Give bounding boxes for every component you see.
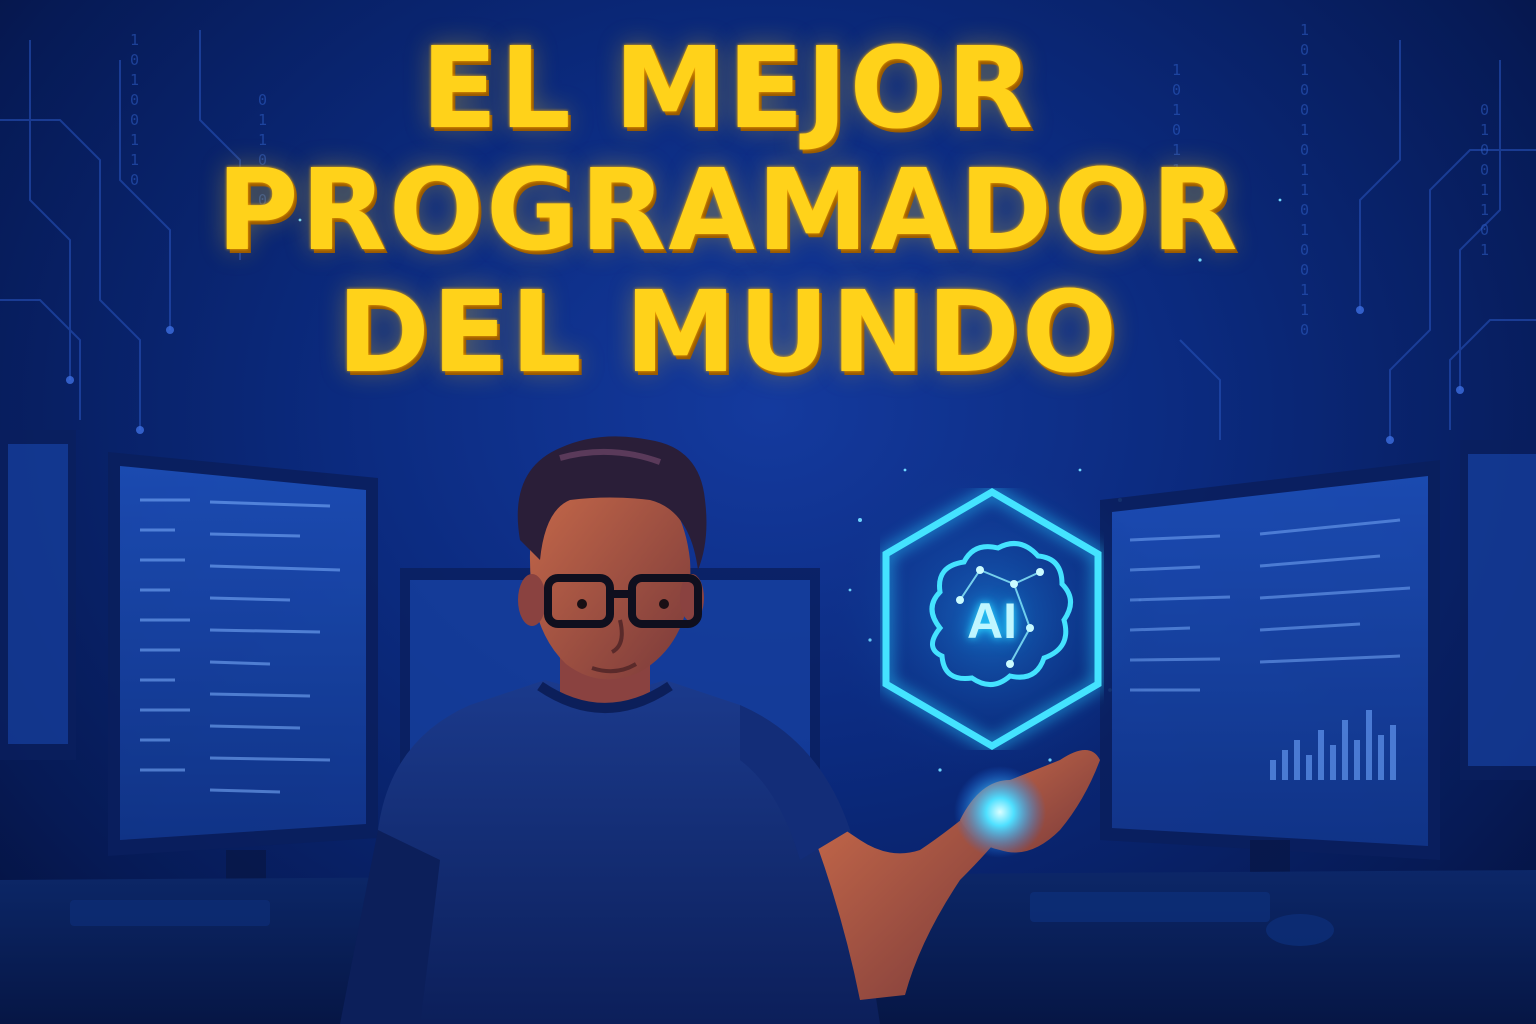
ai-label: AI <box>967 593 1017 649</box>
headline-line-3: DEL MUNDO <box>336 268 1120 398</box>
hand-energy-orb <box>954 766 1046 858</box>
headline: EL MEJOR PROGRAMADOR DEL MUNDO <box>0 28 1536 394</box>
headline-line-2: PROGRAMADOR <box>216 146 1240 276</box>
thumbnail-canvas: 1 0 1 0 0 1 1 0 0 1 1 0 1 0 1 0 1 0 0 1 … <box>0 0 1536 1024</box>
headline-line-1: EL MEJOR <box>421 24 1035 154</box>
ai-badge: AI <box>880 487 1104 751</box>
ear-left <box>518 574 546 626</box>
